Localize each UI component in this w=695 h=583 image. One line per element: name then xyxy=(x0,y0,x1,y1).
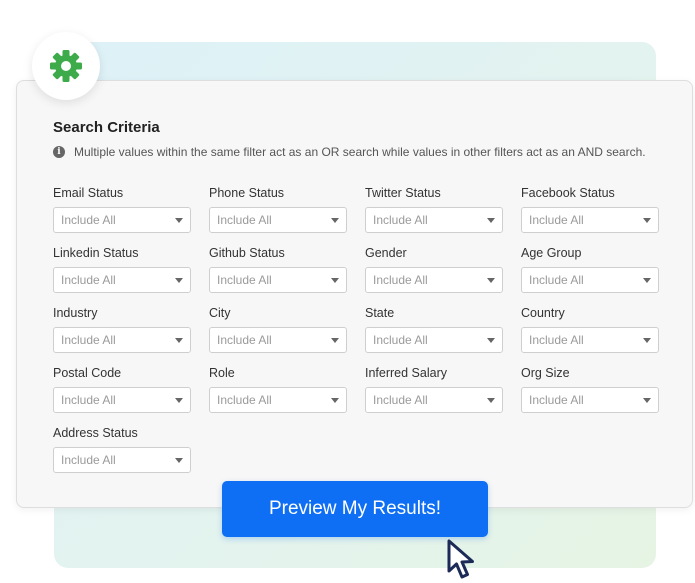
caret-down-icon xyxy=(487,277,495,283)
caret-down-icon xyxy=(175,217,183,223)
filter-label: Phone Status xyxy=(209,186,285,200)
filter-postal-code: Postal Code Include All xyxy=(53,365,193,413)
card-title: Search Criteria xyxy=(53,119,160,136)
select-value: Include All xyxy=(529,213,584,227)
filter-country: Country Include All xyxy=(521,305,661,353)
preview-results-button[interactable]: Preview My Results! xyxy=(222,481,488,537)
caret-down-icon xyxy=(487,337,495,343)
caret-down-icon xyxy=(331,397,339,403)
caret-down-icon xyxy=(331,217,339,223)
select-value: Include All xyxy=(373,213,428,227)
select-value: Include All xyxy=(217,273,272,287)
select-value: Include All xyxy=(61,333,116,347)
filter-inferred-salary: Inferred Salary Include All xyxy=(365,365,505,413)
filter-label: State xyxy=(365,306,395,320)
filter-email-status: Email Status Include All xyxy=(53,185,193,233)
select-value: Include All xyxy=(217,393,272,407)
role-select[interactable]: Include All xyxy=(209,387,347,413)
twitter-status-select[interactable]: Include All xyxy=(365,207,503,233)
industry-select[interactable]: Include All xyxy=(53,327,191,353)
filter-state: State Include All xyxy=(365,305,505,353)
org-size-select[interactable]: Include All xyxy=(521,387,659,413)
filter-phone-status: Phone Status Include All xyxy=(209,185,349,233)
caret-down-icon xyxy=(643,337,651,343)
filter-twitter-status: Twitter Status Include All xyxy=(365,185,505,233)
filter-label: Gender xyxy=(365,246,407,260)
filter-grid: Email Status Include All Phone Status In… xyxy=(53,185,693,485)
search-criteria-card: Search Criteria i Multiple values within… xyxy=(16,80,693,508)
caret-down-icon xyxy=(643,397,651,403)
filter-label: Country xyxy=(521,306,565,320)
filter-label: Linkedin Status xyxy=(53,246,139,260)
filter-label: City xyxy=(209,306,231,320)
filter-facebook-status: Facebook Status Include All xyxy=(521,185,661,233)
postal-code-select[interactable]: Include All xyxy=(53,387,191,413)
filter-label: Email Status xyxy=(53,186,124,200)
filter-industry: Industry Include All xyxy=(53,305,193,353)
select-value: Include All xyxy=(529,273,584,287)
filter-label: Address Status xyxy=(53,426,138,440)
select-value: Include All xyxy=(61,453,116,467)
filter-github-status: Github Status Include All xyxy=(209,245,349,293)
filter-label: Industry xyxy=(53,306,98,320)
info-text: Multiple values within the same filter a… xyxy=(74,145,646,159)
filter-label: Postal Code xyxy=(53,366,122,380)
filter-gender: Gender Include All xyxy=(365,245,505,293)
filter-address-status: Address Status Include All xyxy=(53,425,193,473)
filter-label: Twitter Status xyxy=(365,186,441,200)
state-select[interactable]: Include All xyxy=(365,327,503,353)
filter-label: Facebook Status xyxy=(521,186,615,200)
facebook-status-select[interactable]: Include All xyxy=(521,207,659,233)
select-value: Include All xyxy=(529,393,584,407)
city-select[interactable]: Include All xyxy=(209,327,347,353)
address-status-select[interactable]: Include All xyxy=(53,447,191,473)
mouse-pointer-icon xyxy=(447,539,474,579)
filter-label: Github Status xyxy=(209,246,285,260)
settings-badge xyxy=(32,32,100,100)
select-value: Include All xyxy=(217,333,272,347)
caret-down-icon xyxy=(331,337,339,343)
age-group-select[interactable]: Include All xyxy=(521,267,659,293)
phone-status-select[interactable]: Include All xyxy=(209,207,347,233)
caret-down-icon xyxy=(643,277,651,283)
github-status-select[interactable]: Include All xyxy=(209,267,347,293)
gender-select[interactable]: Include All xyxy=(365,267,503,293)
select-value: Include All xyxy=(529,333,584,347)
filter-city: City Include All xyxy=(209,305,349,353)
email-status-select[interactable]: Include All xyxy=(53,207,191,233)
caret-down-icon xyxy=(175,337,183,343)
caret-down-icon xyxy=(487,397,495,403)
filter-label: Inferred Salary xyxy=(365,366,447,380)
linkedin-status-select[interactable]: Include All xyxy=(53,267,191,293)
inferred-salary-select[interactable]: Include All xyxy=(365,387,503,413)
select-value: Include All xyxy=(373,333,428,347)
select-value: Include All xyxy=(373,393,428,407)
caret-down-icon xyxy=(487,217,495,223)
select-value: Include All xyxy=(217,213,272,227)
caret-down-icon xyxy=(175,397,183,403)
select-value: Include All xyxy=(61,393,116,407)
filter-label: Org Size xyxy=(521,366,570,380)
filter-label: Role xyxy=(209,366,235,380)
filter-linkedin-status: Linkedin Status Include All xyxy=(53,245,193,293)
info-note: i Multiple values within the same filter… xyxy=(53,145,646,159)
caret-down-icon xyxy=(643,217,651,223)
caret-down-icon xyxy=(175,457,183,463)
filter-org-size: Org Size Include All xyxy=(521,365,661,413)
country-select[interactable]: Include All xyxy=(521,327,659,353)
filter-role: Role Include All xyxy=(209,365,349,413)
filter-age-group: Age Group Include All xyxy=(521,245,661,293)
caret-down-icon xyxy=(175,277,183,283)
filter-label: Age Group xyxy=(521,246,582,260)
select-value: Include All xyxy=(61,213,116,227)
info-icon: i xyxy=(53,146,65,158)
caret-down-icon xyxy=(331,277,339,283)
select-value: Include All xyxy=(373,273,428,287)
gear-icon xyxy=(50,50,82,82)
select-value: Include All xyxy=(61,273,116,287)
